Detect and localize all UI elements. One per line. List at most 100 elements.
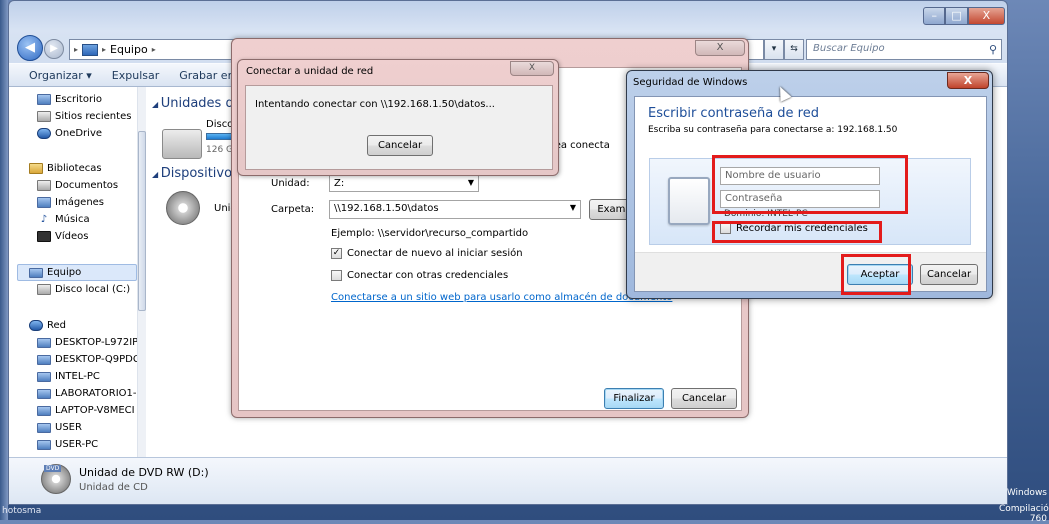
dvd-drive-icon[interactable] bbox=[166, 191, 200, 225]
hard-drive-icon[interactable] bbox=[162, 129, 202, 159]
close-button[interactable]: X bbox=[947, 72, 989, 89]
navigation-pane: Escritorio Sitios recientes OneDrive Bib… bbox=[9, 87, 145, 457]
search-icon[interactable]: ⚲ bbox=[989, 43, 997, 56]
search-input[interactable]: Buscar Equipo ⚲ bbox=[806, 39, 1002, 60]
group-header-devices[interactable]: ◢ Dispositivos bbox=[152, 166, 239, 181]
cancel-button[interactable]: Cancelar bbox=[367, 135, 433, 156]
back-arrow-icon[interactable]: ◀ bbox=[17, 35, 43, 61]
sidebar-item-label: USER bbox=[55, 422, 82, 433]
forward-arrow-icon[interactable]: ▶ bbox=[44, 39, 64, 59]
dialog-footer: Aceptar Cancelar bbox=[635, 252, 986, 291]
dialog-title: Conectar a unidad de red bbox=[246, 66, 374, 77]
drive-letter-select[interactable]: Z: ▼ bbox=[329, 175, 479, 192]
breadcrumb[interactable]: Equipo bbox=[110, 43, 148, 56]
sidebar-item-documentos[interactable]: Documentos bbox=[37, 177, 144, 194]
sidebar-item-disco-c[interactable]: Disco local (C:) bbox=[37, 281, 144, 298]
finish-button[interactable]: Finalizar bbox=[604, 388, 664, 409]
watermark-line: Compilación 760 bbox=[999, 504, 1049, 524]
sidebar-item-onedrive[interactable]: OneDrive bbox=[37, 125, 144, 142]
sidebar-item-imagenes[interactable]: Imágenes bbox=[37, 194, 144, 211]
organize-button[interactable]: Organizar ▾ bbox=[29, 69, 92, 82]
dvd-badge: DVD bbox=[44, 465, 62, 472]
dialog-title: Seguridad de Windows bbox=[633, 77, 748, 88]
sidebar-item-label: Sitios recientes bbox=[55, 111, 132, 122]
cancel-button[interactable]: Cancelar bbox=[671, 388, 737, 409]
user-avatar-icon bbox=[668, 177, 710, 225]
sidebar-item-red[interactable]: Red bbox=[29, 317, 144, 334]
computer-icon bbox=[82, 43, 99, 56]
address-controls: ▾ ⇆ bbox=[764, 39, 804, 60]
sidebar-item-label: Documentos bbox=[55, 180, 119, 191]
computer-icon bbox=[37, 337, 51, 348]
minimize-button[interactable]: – bbox=[923, 7, 946, 25]
desktop-icon bbox=[37, 94, 51, 105]
hard-drive-icon bbox=[37, 284, 51, 295]
highlight-credentials-box bbox=[712, 155, 908, 214]
chevron-right-icon: ▸ bbox=[102, 45, 107, 54]
details-subtitle: Unidad de CD bbox=[79, 482, 148, 493]
music-note-icon: ♪ bbox=[40, 214, 48, 225]
sidebar-item-label: LAPTOP-V8MECI bbox=[55, 405, 135, 416]
instruction-text: Escriba su contraseña para conectarse a:… bbox=[648, 125, 898, 135]
sidebar-item-videos[interactable]: Vídeos bbox=[37, 228, 144, 245]
eject-button[interactable]: Expulsar bbox=[112, 69, 159, 82]
drive-label: Disco bbox=[206, 119, 234, 130]
other-credentials-label: Conectar con otras credenciales bbox=[347, 270, 509, 281]
connecting-dialog: Conectar a unidad de red X Intentando co… bbox=[237, 59, 559, 176]
dvd-drive-icon: DVD bbox=[41, 464, 71, 494]
close-button[interactable]: X bbox=[510, 61, 554, 76]
details-title: Unidad de DVD RW (D:) bbox=[79, 466, 209, 479]
sidebar-item-label: USER-PC bbox=[55, 439, 99, 450]
sidebar-item-equipo[interactable]: Equipo bbox=[29, 264, 144, 281]
reconnect-checkbox[interactable]: ✓ bbox=[331, 248, 342, 259]
collapse-arrow-icon: ◢ bbox=[152, 170, 161, 179]
video-icon bbox=[37, 231, 51, 242]
sidebar-item-network-pc[interactable]: DESKTOP-L972IP bbox=[37, 334, 144, 351]
dialog-heading: Escribir contraseña de red bbox=[648, 106, 819, 121]
documents-icon bbox=[37, 180, 51, 191]
dropdown-arrow-icon[interactable]: ▾ bbox=[764, 39, 784, 60]
details-pane: DVD Unidad de DVD RW (D:) Unidad de CD bbox=[9, 457, 1007, 504]
computer-icon bbox=[29, 267, 43, 278]
sidebar-item-label: Escritorio bbox=[55, 94, 102, 105]
close-button[interactable]: X bbox=[967, 7, 1005, 25]
web-storage-link[interactable]: Conectarse a un sitio web para usarlo co… bbox=[331, 292, 672, 303]
cloud-icon bbox=[37, 128, 51, 139]
unidad-label: Unidad: bbox=[271, 178, 310, 189]
sidebar-item-label: Vídeos bbox=[55, 231, 89, 242]
scrollbar-thumb[interactable] bbox=[138, 131, 146, 311]
sidebar-item-escritorio[interactable]: Escritorio bbox=[37, 91, 144, 108]
pictures-icon bbox=[37, 197, 51, 208]
sidebar-item-label: DESKTOP-L972IP bbox=[55, 337, 139, 348]
sidebar-item-recent[interactable]: Sitios recientes bbox=[37, 108, 144, 125]
group-label: Dispositivos bbox=[160, 166, 239, 181]
sidebar-item-network-pc[interactable]: LAPTOP-V8MECI bbox=[37, 402, 144, 419]
computer-icon bbox=[37, 405, 51, 416]
cancel-button[interactable]: Cancelar bbox=[920, 264, 978, 285]
drive-letter-value: Z: bbox=[334, 178, 345, 189]
reconnect-label: Conectar de nuevo al iniciar sesión bbox=[347, 248, 523, 259]
close-button[interactable]: X bbox=[695, 40, 745, 56]
sidebar-item-network-pc[interactable]: DESKTOP-Q9PDC bbox=[37, 351, 144, 368]
chevron-down-icon: ▼ bbox=[467, 178, 474, 187]
sidebar-item-network-pc[interactable]: INTEL-PC bbox=[37, 368, 144, 385]
sidebar-item-musica[interactable]: ♪ Música bbox=[37, 211, 144, 228]
sidebar-item-network-pc[interactable]: LABORATORIO1- bbox=[37, 385, 144, 402]
maximize-button[interactable]: □ bbox=[945, 7, 968, 25]
computer-icon bbox=[37, 354, 51, 365]
computer-icon bbox=[37, 388, 51, 399]
refresh-icon[interactable]: ⇆ bbox=[784, 39, 804, 60]
sidebar-item-label: LABORATORIO1- bbox=[55, 388, 137, 399]
sidebar-item-label: OneDrive bbox=[55, 128, 103, 139]
sidebar-item-network-pc[interactable]: USER bbox=[37, 419, 144, 436]
sidebar-item-bibliotecas[interactable]: Bibliotecas bbox=[29, 160, 144, 177]
folder-input[interactable]: \\192.168.1.50\datos ▼ bbox=[329, 200, 581, 219]
group-label: Unidades de bbox=[160, 96, 242, 111]
watermark-line: Windows bbox=[1006, 488, 1047, 498]
sidebar-item-network-pc[interactable]: USER-PC bbox=[37, 436, 144, 453]
other-credentials-checkbox[interactable] bbox=[331, 270, 342, 281]
computer-icon bbox=[37, 371, 51, 382]
library-icon bbox=[29, 163, 43, 174]
group-header-drives[interactable]: ◢ Unidades de bbox=[152, 96, 242, 111]
folder-value: \\192.168.1.50\datos bbox=[334, 203, 439, 214]
